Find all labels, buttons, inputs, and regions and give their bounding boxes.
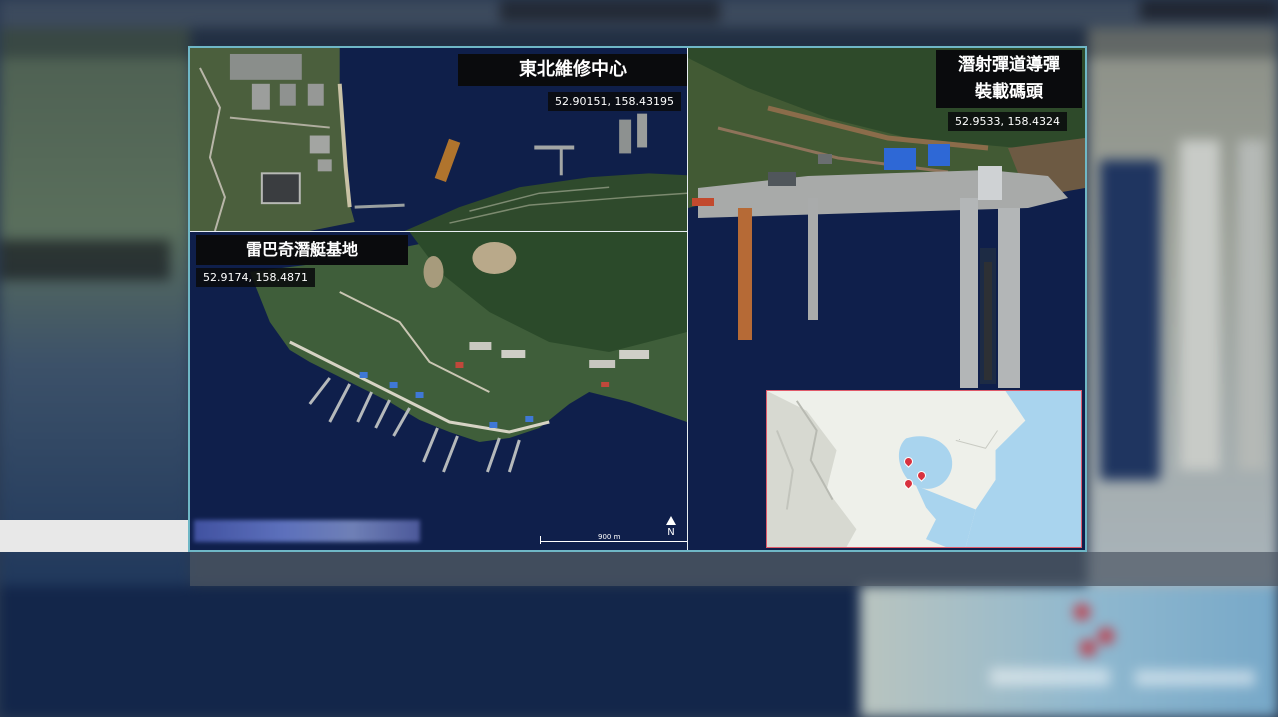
bg-right-pier [1180, 140, 1220, 470]
panel-title: 東北維修中心 [458, 54, 687, 86]
coordinates-label: 52.90151, 158.43195 [548, 92, 681, 111]
panel-title-line1: 潛射彈道導彈 [958, 55, 1060, 75]
bg-label-block [500, 0, 720, 22]
video-frame: 東北維修中心 52.90151, 158.43195 雷巴奇潛艇基地 52.91… [0, 0, 1278, 717]
bg-bottom-map [860, 586, 1278, 717]
bg-label-block [1140, 0, 1278, 20]
panel-title: 潛射彈道導彈 裝載碼頭 [936, 50, 1082, 108]
bg-left-region [0, 28, 190, 588]
bg-bottom-water [0, 586, 860, 717]
scale-line [540, 541, 687, 542]
bg-footer-text [990, 668, 1110, 686]
north-arrow-glyph [666, 516, 676, 525]
scale-tick [540, 536, 541, 544]
panel-rybachiy-submarine-base: 雷巴奇潛艇基地 52.9174, 158.4871 N 900 m [190, 232, 688, 550]
panel-title: 雷巴奇潛艇基地 [196, 235, 408, 265]
inset-city-label: · [959, 437, 961, 442]
satellite-composite: 東北維修中心 52.90151, 158.43195 雷巴奇潛艇基地 52.91… [188, 46, 1087, 552]
panel-title-line2: 裝載碼頭 [975, 82, 1043, 102]
scale-bar: 900 m [540, 533, 687, 550]
lower-third-bar [0, 520, 190, 552]
coordinates-label: 52.9533, 158.4324 [948, 112, 1067, 131]
bg-map-pin [1080, 640, 1096, 656]
bg-map-pin [1098, 628, 1114, 644]
locator-map-graphic [767, 391, 1081, 547]
coordinates-label: 52.9174, 158.4871 [196, 268, 315, 287]
scale-label: 900 m [598, 533, 621, 541]
bg-map-pin [1074, 604, 1090, 620]
blurred-caption [194, 520, 420, 542]
bg-label-block [0, 240, 170, 280]
panel-missile-loading-pier: 潛射彈道導彈 裝載碼頭 52.9533, 158.4324 · [688, 48, 1085, 550]
locator-inset-map: · [766, 390, 1082, 548]
bg-footer-text [1135, 670, 1255, 686]
bg-right-pier-2 [1238, 140, 1266, 470]
shadow-bar [190, 552, 1278, 586]
bg-right-water [1100, 160, 1160, 480]
panel-northeast-repair-center: 東北維修中心 52.90151, 158.43195 [190, 48, 688, 232]
